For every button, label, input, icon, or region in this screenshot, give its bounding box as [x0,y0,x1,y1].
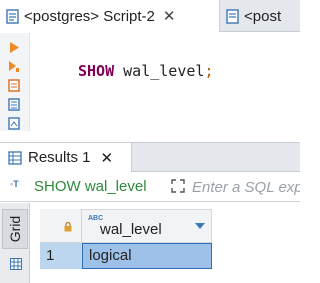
grid-icon[interactable] [10,257,22,270]
results-grid-area: Grid ABC wal_level 1 logical [0,203,300,283]
tab-label: <post [244,7,282,25]
run-arrow-icon[interactable] [8,41,20,54]
lock-icon [64,219,72,232]
text-icon[interactable] [8,98,20,111]
explain-icon[interactable] [8,79,20,92]
column-header-label: wal_level [100,220,162,238]
grid-tab-label: Grid [7,215,24,243]
close-icon[interactable]: ✕ [163,7,176,25]
execute-script-icon[interactable] [8,60,20,73]
editor-tab-bar: <postgres> Script-2 ✕ <post [0,0,300,32]
tab-postgres-other[interactable]: <post [222,0,300,32]
tab-label: <postgres> Script-2 [24,7,155,25]
results-tab-label: Results 1 [28,149,91,166]
sql-identifier: wal_level [123,62,205,80]
row-number-header[interactable] [40,209,82,243]
results-tab-bar: Results 1 ✕ [0,142,300,172]
sort-dropdown-icon[interactable] [195,223,205,229]
sql-statement[interactable]: SHOW wal_level; [78,62,213,80]
view-mode-tabs: Grid [0,203,30,283]
close-icon[interactable]: ✕ [101,149,114,167]
column-header-wal-level[interactable]: ABC wal_level [82,209,212,243]
table-cell[interactable]: logical [82,243,212,269]
expand-icon[interactable] [170,178,186,194]
sql-terminator: ; [204,62,214,80]
filter-bar: ◦T SHOW wal_level [0,172,300,202]
tab-results-1[interactable]: Results 1 ✕ [0,143,132,172]
row-number[interactable]: 1 [40,243,82,269]
sql-editor[interactable]: SHOW wal_level; ◀ [0,33,300,155]
outline-icon[interactable] [8,117,20,130]
executed-query[interactable]: SHOW wal_level [34,178,147,195]
table-icon [8,150,22,165]
tab-grid[interactable]: Grid [2,209,28,249]
sql-file-icon [6,8,20,24]
tab-script-2[interactable]: <postgres> Script-2 ✕ [0,0,220,32]
sql-keyword: SHOW [78,62,115,80]
filter-input[interactable] [192,177,300,197]
text-type-icon: ABC [88,215,104,222]
app-window: <postgres> Script-2 ✕ <post SHOW wal_lev… [0,0,300,283]
query-type-icon: ◦T [10,179,19,189]
sql-file-icon [226,8,240,24]
editor-toolbar [0,33,30,131]
